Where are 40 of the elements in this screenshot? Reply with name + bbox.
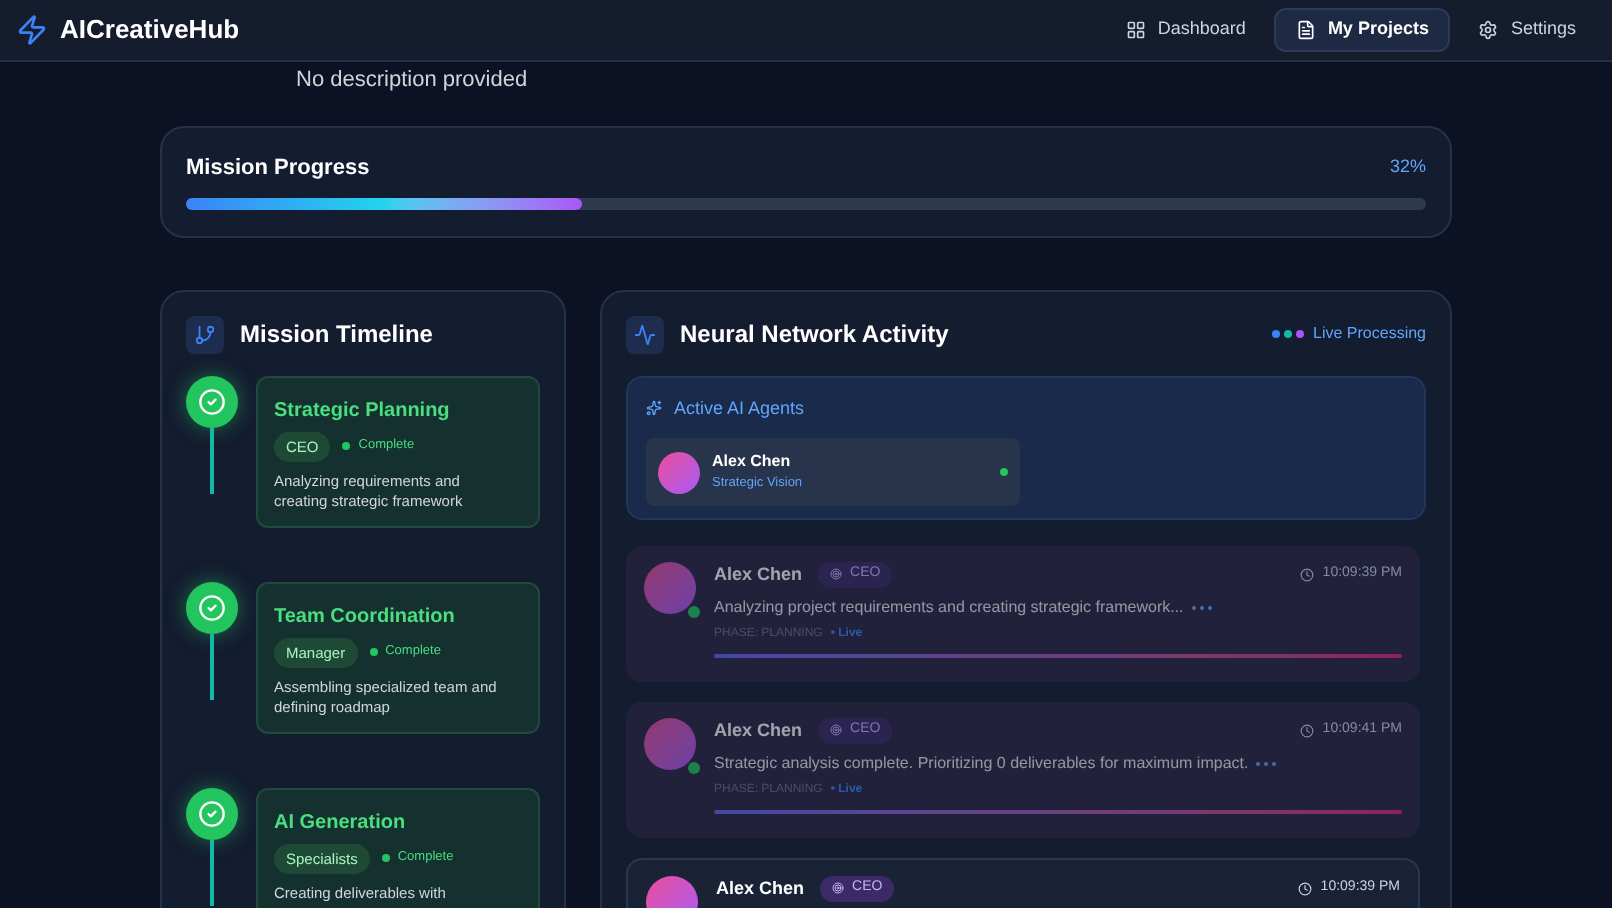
timeline-connector: [210, 839, 214, 905]
nav-tab[interactable]: Dashboard: [1105, 8, 1266, 52]
brand-name: AICreativeHub: [60, 12, 240, 49]
message-author: Alex Chen: [714, 717, 803, 743]
timeline-connector: [210, 633, 214, 699]
project-description: No description provided: [296, 66, 530, 96]
clock-icon: [1300, 723, 1315, 738]
agents-title: Active AI Agents: [674, 395, 805, 422]
target-icon: [830, 724, 843, 737]
timeline-connector: [210, 427, 214, 493]
settings-icon: [1478, 20, 1499, 40]
message-author: Alex Chen: [714, 561, 803, 587]
lightning-icon: [16, 14, 48, 46]
grid-icon: [1125, 20, 1146, 40]
document-icon: [1295, 20, 1316, 40]
step-title: AI Generation: [274, 809, 408, 837]
message-text: Strategic analysis complete. Prioritizing 0 deliverables for maximum impact.: [714, 752, 1249, 776]
step-title: Team Coordination: [274, 603, 457, 631]
timeline-title: Mission Timeline: [240, 318, 433, 352]
agent-name: Alex Chen: [712, 450, 793, 475]
live-status: Live Processing: [1313, 322, 1426, 346]
pulse-icon: [626, 315, 664, 353]
dots-icon: [1271, 330, 1304, 338]
clock-icon: [1300, 567, 1315, 582]
target-icon: [830, 568, 843, 581]
nav-tab[interactable]: Settings: [1458, 8, 1596, 52]
target-icon: [832, 882, 845, 895]
message-avatar: [644, 717, 696, 769]
branch-icon: [186, 315, 224, 353]
agent-avatar: [658, 451, 700, 493]
sparkle-icon: [646, 400, 662, 417]
progress-title: Mission Progress: [186, 153, 370, 183]
step-title: Strategic Planning: [274, 397, 452, 425]
message-text: Analyzing project requirements and creating strategic framework...: [714, 596, 1184, 620]
progress-percent: 32%: [1389, 154, 1426, 180]
activity-title: Neural Network Activity: [680, 318, 949, 352]
nav-tab[interactable]: My Projects: [1273, 8, 1451, 52]
clock-icon: [1298, 881, 1313, 896]
message-avatar: [644, 561, 696, 613]
message-author: Alex Chen: [716, 875, 805, 901]
